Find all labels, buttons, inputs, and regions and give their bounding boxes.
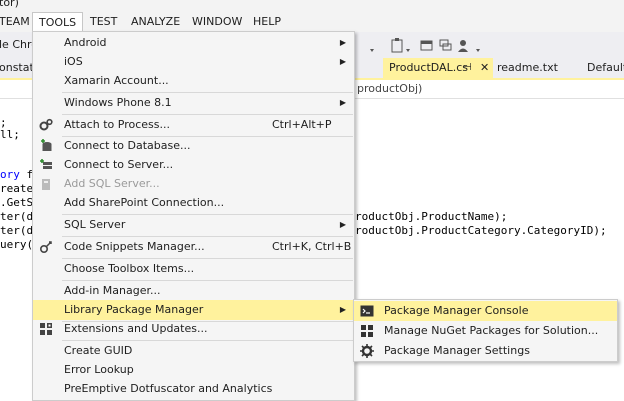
chevron-right-icon: ▶ — [339, 305, 346, 314]
stack-icon[interactable] — [439, 39, 452, 51]
settings-gear-icon — [360, 344, 374, 358]
member-dropdown[interactable]: productObj) — [357, 82, 422, 95]
menu-item-ios[interactable]: iOS ▶ — [33, 52, 354, 72]
code-line: ll; — [0, 128, 20, 141]
window-title: tor) — [0, 0, 19, 9]
console-icon — [360, 305, 374, 317]
menu-tools[interactable]: TOOLS — [32, 12, 84, 32]
chevron-right-icon: ▶ — [339, 57, 346, 66]
sql-server-icon — [42, 179, 50, 190]
tab-label: ProductDAL.cs — [389, 61, 468, 74]
tab-readme[interactable]: readme.txt — [497, 58, 558, 78]
extensions-icon — [40, 323, 52, 335]
menu-item-xamarin-account[interactable]: Xamarin Account... — [33, 71, 354, 91]
menu-item-add-sharepoint[interactable]: Add SharePoint Connection... — [33, 193, 354, 213]
menu-item-extensions-updates[interactable]: Extensions and Updates... — [33, 319, 354, 339]
menu-help[interactable]: HELP — [253, 12, 281, 32]
dropdown-arrow-icon[interactable] — [476, 49, 480, 52]
package-manager-submenu: Package Manager Console Manage NuGet Pac… — [353, 299, 618, 362]
menu-item-addin-manager[interactable]: Add-in Manager... — [33, 281, 354, 301]
menu-item-code-snippets[interactable]: Code Snippets Manager... Ctrl+K, Ctrl+B — [33, 237, 354, 257]
menu-test[interactable]: TEST — [90, 12, 117, 32]
snippets-icon — [39, 241, 52, 254]
chevron-right-icon: ▶ — [339, 98, 346, 107]
window-layout-icon[interactable] — [420, 40, 433, 51]
clipboard-icon[interactable] — [391, 38, 403, 53]
menu-item-library-package-manager[interactable]: Library Package Manager ▶ — [33, 300, 354, 320]
menu-item-attach-to-process[interactable]: Attach to Process... Ctrl+Alt+P — [33, 115, 354, 135]
menu-item-android[interactable]: Android ▶ — [33, 33, 354, 53]
submenu-item-package-settings[interactable]: Package Manager Settings — [354, 341, 617, 361]
menu-team[interactable]: TEAM — [0, 12, 30, 32]
menu-item-error-lookup[interactable]: Error Lookup — [33, 360, 354, 380]
menu-item-choose-toolbox[interactable]: Choose Toolbox Items... — [33, 259, 354, 279]
pin-icon[interactable]: ⊣ — [463, 58, 472, 78]
users-icon[interactable] — [458, 40, 468, 52]
gears-icon — [39, 118, 53, 131]
menu-analyze[interactable]: ANALYZE — [131, 12, 180, 32]
menu-item-windows-phone[interactable]: Windows Phone 8.1 ▶ — [33, 93, 354, 113]
menu-item-sql-server[interactable]: SQL Server ▶ — [33, 215, 354, 235]
submenu-item-package-console[interactable]: Package Manager Console — [354, 301, 617, 321]
chevron-right-icon: ▶ — [339, 38, 346, 47]
code-line: roductObj.ProductName); — [355, 210, 508, 223]
code-line: roductObj.ProductCategory.CategoryID); — [355, 224, 607, 237]
server-plus-icon — [40, 159, 52, 169]
dropdown-arrow-icon[interactable] — [406, 49, 410, 52]
chevron-right-icon: ▶ — [339, 220, 346, 229]
menu-window[interactable]: WINDOW — [192, 12, 242, 32]
submenu-item-manage-nuget[interactable]: Manage NuGet Packages for Solution... — [354, 321, 617, 341]
menu-item-connect-database[interactable]: Connect to Database... — [33, 136, 354, 156]
toolbar-icons — [370, 38, 480, 53]
tools-menu: Android ▶ iOS ▶ Xamarin Account... Windows… — [32, 31, 355, 401]
tab-productdal[interactable]: ProductDAL.cs ⊣ ✕ — [383, 58, 493, 78]
tab-default[interactable]: Default.a — [587, 58, 624, 78]
close-icon[interactable]: ✕ — [480, 58, 489, 78]
menu-item-preemptive-dotfuscator[interactable]: PreEmptive Dotfuscator and Analytics — [33, 379, 354, 399]
menu-item-connect-server[interactable]: Connect to Server... — [33, 155, 354, 175]
menu-item-add-sql-server[interactable]: Add SQL Server... — [33, 174, 354, 194]
nuget-icon — [361, 325, 373, 337]
menu-item-create-guid[interactable]: Create GUID — [33, 341, 354, 361]
dropdown-arrow-icon[interactable] — [370, 49, 374, 52]
database-plus-icon — [41, 139, 52, 151]
menu-bar: TEAM TOOLS TEST ANALYZE WINDOW HELP — [0, 12, 624, 32]
title-bar: tor) — [0, 0, 624, 12]
